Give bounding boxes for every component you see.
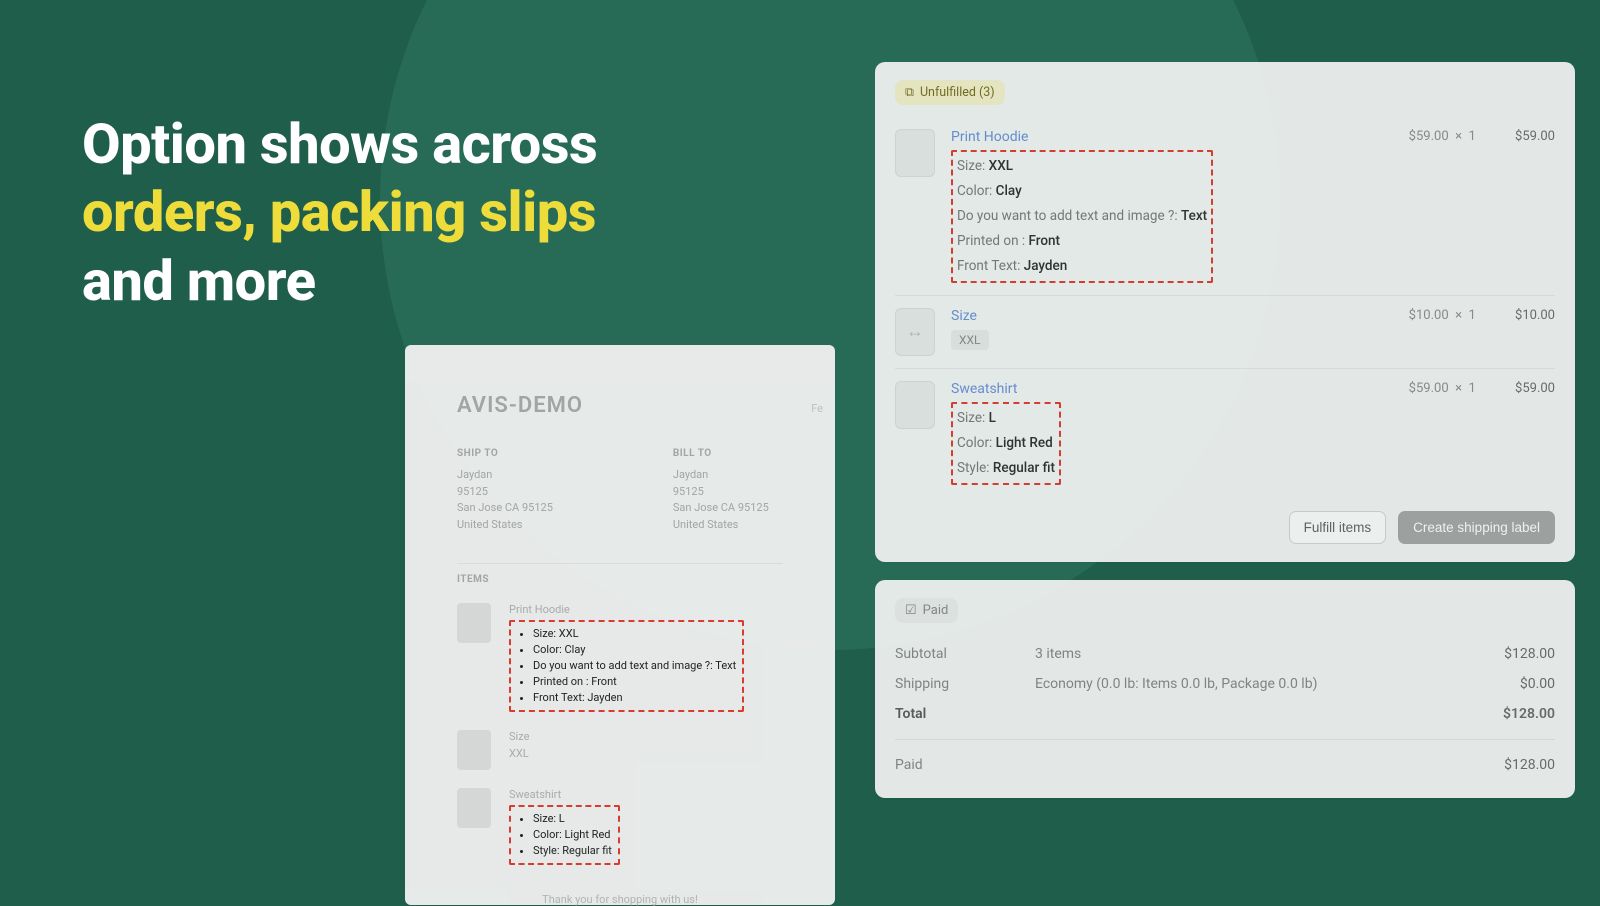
slip-item: Sweatshirt Size: LColor: Light RedStyle: … <box>457 788 783 865</box>
line-item-option: Size: L <box>957 406 1055 431</box>
status-badge: ⧉ Unfulfilled (3) <box>895 80 1005 105</box>
totals-shipping: Shipping Economy (0.0 lb: Items 0.0 lb, … <box>895 669 1555 699</box>
slip-thumb <box>457 730 491 770</box>
order-line-item: Print Hoodie Size: XXLColor: ClayDo you w… <box>895 117 1555 295</box>
order-line-item: ↔ Size XXL $10.00 × 1 $10.00 <box>895 295 1555 368</box>
product-thumb <box>895 381 935 429</box>
order-panel: ⧉ Unfulfilled (3) Print HoodieSize: XXLC… <box>875 62 1575 816</box>
fulfill-items-button[interactable]: Fulfill items <box>1289 511 1387 544</box>
product-thumb: ↔ <box>895 308 935 356</box>
packing-slip: AVIS-DEMO Fe SHIP TO Jaydan 95125 San Jo… <box>405 345 835 905</box>
line-item-price: $59.00 × 1 $59.00 <box>1409 381 1555 396</box>
slip-item-options: Size: LColor: Light RedStyle: Regular fi… <box>517 811 612 859</box>
slip-store-name: AVIS-DEMO <box>457 393 583 418</box>
line-item-option: Color: Light Red <box>957 431 1055 456</box>
totals-paid: Paid $128.00 <box>895 750 1555 780</box>
line-item-option: Style: Regular fit <box>957 456 1055 481</box>
slip-item-sub: XXL <box>509 747 529 760</box>
box-icon: ⧉ <box>905 85 914 100</box>
line-item-option: Front Text: Jayden <box>957 254 1207 279</box>
line-item-option: Printed on : Front <box>957 229 1207 254</box>
slip-item-name: Print Hoodie <box>509 603 744 616</box>
slip-item: Print Hoodie Size: XXLColor: ClayDo you w… <box>457 603 783 712</box>
highlight-box: Size: LColor: Light RedStyle: Regular fi… <box>951 402 1061 485</box>
slip-item-name: Sweatshirt <box>509 788 620 801</box>
slip-item: Size XXL <box>457 730 783 770</box>
line-item-option: Color: Clay <box>957 179 1207 204</box>
slip-thanks: Thank you for shopping with us! <box>457 893 783 906</box>
slip-ship-to: SHIP TO Jaydan 95125 San Jose CA 95125 U… <box>457 446 553 533</box>
line-item-name[interactable]: Sweatshirt <box>951 381 1393 397</box>
variant-pill: XXL <box>951 330 989 350</box>
paid-card: ☑ Paid Subtotal 3 items $128.00 Shipping… <box>875 580 1575 798</box>
totals-subtotal: Subtotal 3 items $128.00 <box>895 639 1555 669</box>
highlight-box: Size: XXLColor: ClayDo you want to add t… <box>509 620 744 712</box>
slip-date: Fe <box>811 402 823 415</box>
slip-thumb <box>457 788 491 828</box>
product-thumb <box>895 129 935 177</box>
unfulfilled-card: ⧉ Unfulfilled (3) Print HoodieSize: XXLC… <box>875 62 1575 562</box>
totals-total: Total $128.00 <box>895 699 1555 729</box>
slip-items-label: ITEMS <box>457 574 783 585</box>
highlight-box: Size: XXLColor: ClayDo you want to add t… <box>951 150 1213 283</box>
line-item-option: Do you want to add text and image ?: Tex… <box>957 204 1207 229</box>
check-icon: ☑ <box>905 603 917 618</box>
paid-badge: ☑ Paid <box>895 598 958 623</box>
slip-item-name: Size <box>509 730 529 743</box>
create-shipping-label-button[interactable]: Create shipping label <box>1398 511 1555 544</box>
highlight-box: Size: LColor: Light RedStyle: Regular fi… <box>509 805 620 865</box>
hero-heading: Option shows across orders, packing slip… <box>82 110 597 315</box>
line-item-option: Size: XXL <box>957 154 1207 179</box>
slip-item-options: Size: XXLColor: ClayDo you want to add t… <box>517 626 736 706</box>
slip-bill-to: BILL TO Jaydan 95125 San Jose CA 95125 U… <box>673 446 769 533</box>
order-line-item: Sweatshirt Size: LColor: Light RedStyle: … <box>895 368 1555 497</box>
line-item-price: $10.00 × 1 $10.00 <box>1409 308 1555 323</box>
line-item-name[interactable]: Print Hoodie <box>951 129 1393 145</box>
slip-thumb <box>457 603 491 643</box>
line-item-name[interactable]: Size <box>951 308 1393 324</box>
line-item-price: $59.00 × 1 $59.00 <box>1409 129 1555 144</box>
